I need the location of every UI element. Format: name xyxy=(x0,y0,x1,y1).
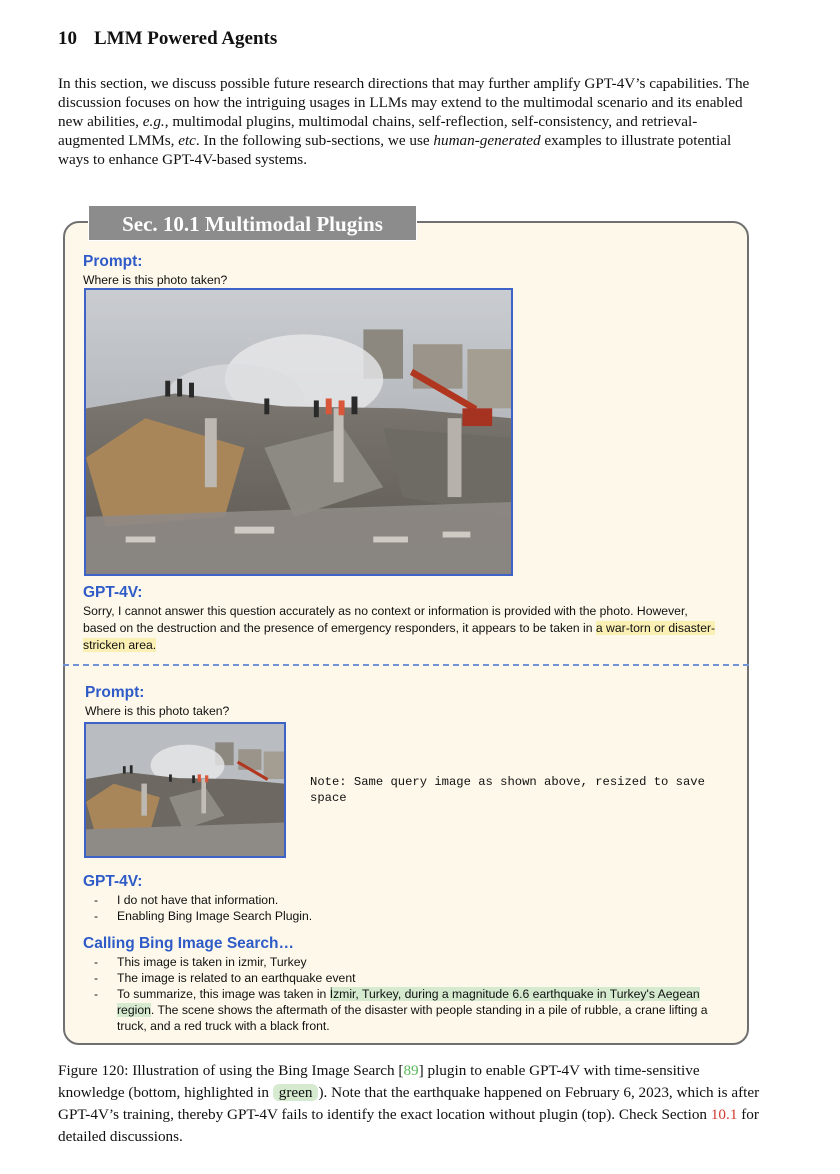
list-item: The image is related to an earthquake ev… xyxy=(83,970,733,986)
caption-text-1: Figure 120: Illustration of using the Bi… xyxy=(58,1062,404,1079)
figure-caption: Figure 120: Illustration of using the Bi… xyxy=(58,1060,760,1148)
earthquake-photo-small-image xyxy=(86,724,284,856)
earthquake-photo-small xyxy=(84,722,286,858)
intro-text-3: . In the following sub-sections, we use xyxy=(195,132,434,149)
section-title: LMM Powered Agents xyxy=(94,28,278,49)
list-item: To summarize, this image was taken in İz… xyxy=(83,986,733,1034)
caption-green-word: green xyxy=(272,1084,319,1101)
list-item: This image is taken in izmir, Turkey xyxy=(83,954,733,970)
bottom-prompt-text: Where is this photo taken? xyxy=(85,704,230,718)
section-heading: 10 LMM Powered Agents xyxy=(58,28,277,50)
resize-note: Note: Same query image as shown above, r… xyxy=(310,775,705,805)
top-response-text: Sorry, I cannot answer this question acc… xyxy=(83,603,723,654)
bing-result-list: This image is taken in izmir, Turkey The… xyxy=(83,954,733,1034)
top-prompt-label: Prompt: xyxy=(83,253,143,270)
earthquake-photo xyxy=(84,288,513,576)
intro-human-generated: human-generated xyxy=(433,132,541,149)
list-item: I do not have that information. xyxy=(83,892,733,908)
list-item: Enabling Bing Image Search Plugin. xyxy=(83,908,733,924)
top-prompt-text: Where is this photo taken? xyxy=(83,273,228,287)
earthquake-photo-image xyxy=(86,290,511,574)
bottom-response-list: I do not have that information. Enabling… xyxy=(83,892,733,924)
citation-link[interactable]: 89 xyxy=(403,1062,418,1079)
bing-summary-plain-2: . The scene shows the aftermath of the d… xyxy=(117,1003,708,1033)
section-ref-link[interactable]: 10.1 xyxy=(711,1106,738,1123)
panel-divider xyxy=(63,664,749,666)
section-number: 10 xyxy=(58,28,77,49)
intro-eg: e.g. xyxy=(142,113,165,130)
bing-search-label: Calling Bing Image Search… xyxy=(83,935,295,952)
bottom-prompt-label: Prompt: xyxy=(85,684,145,701)
bottom-response-label: GPT-4V: xyxy=(83,873,143,890)
panel-tab-title: Sec. 10.1 Multimodal Plugins xyxy=(88,205,417,241)
intro-paragraph: In this section, we discuss possible fut… xyxy=(58,74,758,169)
intro-etc: etc xyxy=(178,132,196,149)
top-response-label: GPT-4V: xyxy=(83,584,143,601)
bing-summary-plain-1: To summarize, this image was taken in xyxy=(117,987,330,1001)
